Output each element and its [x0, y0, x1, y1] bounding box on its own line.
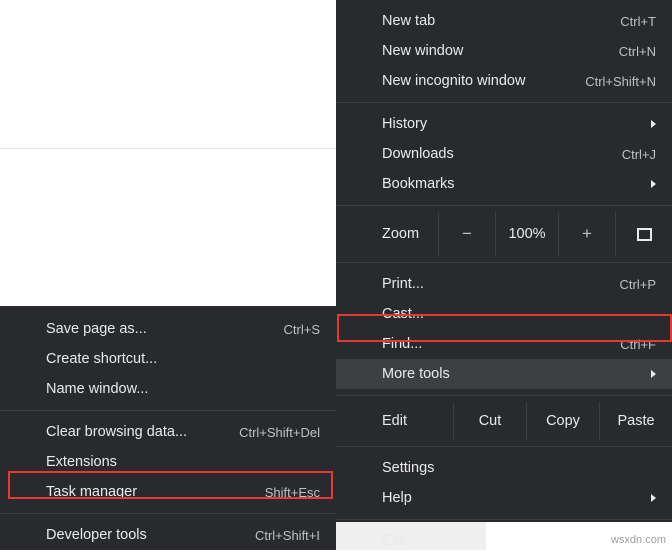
edit-paste-button[interactable]: Paste	[599, 402, 672, 440]
menu-item-label: Clear browsing data...	[46, 424, 188, 440]
submenu-item-developer-tools[interactable]: Developer tools Ctrl+Shift+I	[0, 520, 336, 550]
submenu-item-create-shortcut[interactable]: Create shortcut...	[0, 344, 336, 374]
menu-item-find[interactable]: Find... Ctrl+F	[336, 329, 672, 359]
menu-row-edit: Edit Cut Copy Paste	[336, 402, 672, 440]
menu-item-print[interactable]: Print... Ctrl+P	[336, 269, 672, 299]
submenu-item-name-window[interactable]: Name window...	[0, 374, 336, 404]
menu-item-more-tools[interactable]: More tools	[336, 359, 672, 389]
menu-item-label: History	[382, 116, 428, 132]
menu-item-shortcut: Ctrl+F	[620, 336, 656, 352]
zoom-in-button[interactable]: +	[558, 212, 615, 256]
menu-item-label: Extensions	[46, 454, 117, 470]
menu-item-shortcut: Ctrl+Shift+Del	[239, 424, 320, 440]
menu-item-shortcut: Ctrl+T	[620, 13, 656, 29]
more-tools-submenu: Save page as... Ctrl+S Create shortcut..…	[0, 306, 336, 550]
menu-separator	[336, 395, 672, 396]
menu-item-label: New incognito window	[382, 73, 526, 89]
menu-item-help[interactable]: Help	[336, 483, 672, 513]
chevron-right-icon	[651, 120, 656, 128]
menu-separator	[336, 262, 672, 263]
menu-item-label: Developer tools	[46, 527, 147, 543]
submenu-item-extensions[interactable]: Extensions	[0, 447, 336, 477]
menu-item-label: Help	[382, 490, 412, 506]
menu-item-label: New window	[382, 43, 464, 59]
menu-item-label: Find...	[382, 336, 423, 352]
menu-item-label: New tab	[382, 13, 436, 29]
edit-cut-button[interactable]: Cut	[453, 402, 526, 440]
menu-item-label: Downloads	[382, 146, 454, 162]
menu-item-shortcut: Ctrl+Shift+I	[254, 527, 320, 543]
menu-item-new-window[interactable]: New window Ctrl+N	[336, 36, 672, 66]
menu-item-shortcut: Shift+Esc	[264, 484, 320, 500]
chrome-main-menu: New tab Ctrl+T New window Ctrl+N New inc…	[336, 0, 672, 549]
menu-item-new-incognito-window[interactable]: New incognito window Ctrl+Shift+N	[336, 66, 672, 96]
chevron-right-icon	[651, 180, 656, 188]
submenu-item-task-manager[interactable]: Task manager Shift+Esc	[0, 477, 336, 507]
menu-item-exit[interactable]: Exit	[336, 526, 672, 556]
menu-item-history[interactable]: History	[336, 109, 672, 139]
menu-item-label: Print...	[382, 276, 424, 292]
menu-separator	[336, 446, 672, 447]
menu-item-settings[interactable]: Settings	[336, 453, 672, 483]
menu-item-bookmarks[interactable]: Bookmarks	[336, 169, 672, 199]
fullscreen-icon	[636, 227, 652, 241]
edit-copy-button[interactable]: Copy	[526, 402, 599, 440]
chevron-right-icon	[651, 494, 656, 502]
zoom-level-value: 100%	[495, 212, 558, 256]
menu-separator	[336, 519, 672, 520]
menu-item-shortcut: Ctrl+S	[283, 321, 320, 337]
menu-item-label: Settings	[382, 460, 435, 476]
submenu-item-save-page-as[interactable]: Save page as... Ctrl+S	[0, 314, 336, 344]
zoom-out-button[interactable]: −	[438, 212, 495, 256]
page-background-top	[0, 0, 336, 306]
menu-separator	[0, 513, 336, 514]
menu-item-label: More tools	[382, 366, 450, 382]
fullscreen-button[interactable]	[615, 212, 672, 256]
menu-item-new-tab[interactable]: New tab Ctrl+T	[336, 6, 672, 36]
menu-separator	[336, 205, 672, 206]
menu-item-label: Cast...	[382, 306, 424, 322]
page-divider-line	[0, 148, 336, 149]
menu-item-shortcut: Ctrl+N	[618, 43, 656, 59]
edit-label: Edit	[382, 413, 407, 429]
submenu-item-clear-browsing-data[interactable]: Clear browsing data... Ctrl+Shift+Del	[0, 417, 336, 447]
menu-item-label: Exit	[382, 533, 407, 549]
menu-item-label: Task manager	[46, 484, 138, 500]
menu-item-shortcut: Ctrl+J	[621, 146, 656, 162]
menu-item-cast[interactable]: Cast...	[336, 299, 672, 329]
menu-item-label: Bookmarks	[382, 176, 455, 192]
menu-separator	[0, 410, 336, 411]
menu-item-label: Name window...	[46, 381, 149, 397]
menu-item-shortcut: Ctrl+P	[619, 276, 656, 292]
menu-row-zoom: Zoom − 100% +	[336, 212, 672, 256]
chevron-right-icon	[651, 370, 656, 378]
menu-item-label: Save page as...	[46, 321, 147, 337]
menu-separator	[336, 102, 672, 103]
menu-item-downloads[interactable]: Downloads Ctrl+J	[336, 139, 672, 169]
menu-item-shortcut: Ctrl+Shift+N	[585, 73, 656, 89]
menu-item-label: Create shortcut...	[46, 351, 158, 367]
zoom-label: Zoom	[382, 226, 420, 242]
